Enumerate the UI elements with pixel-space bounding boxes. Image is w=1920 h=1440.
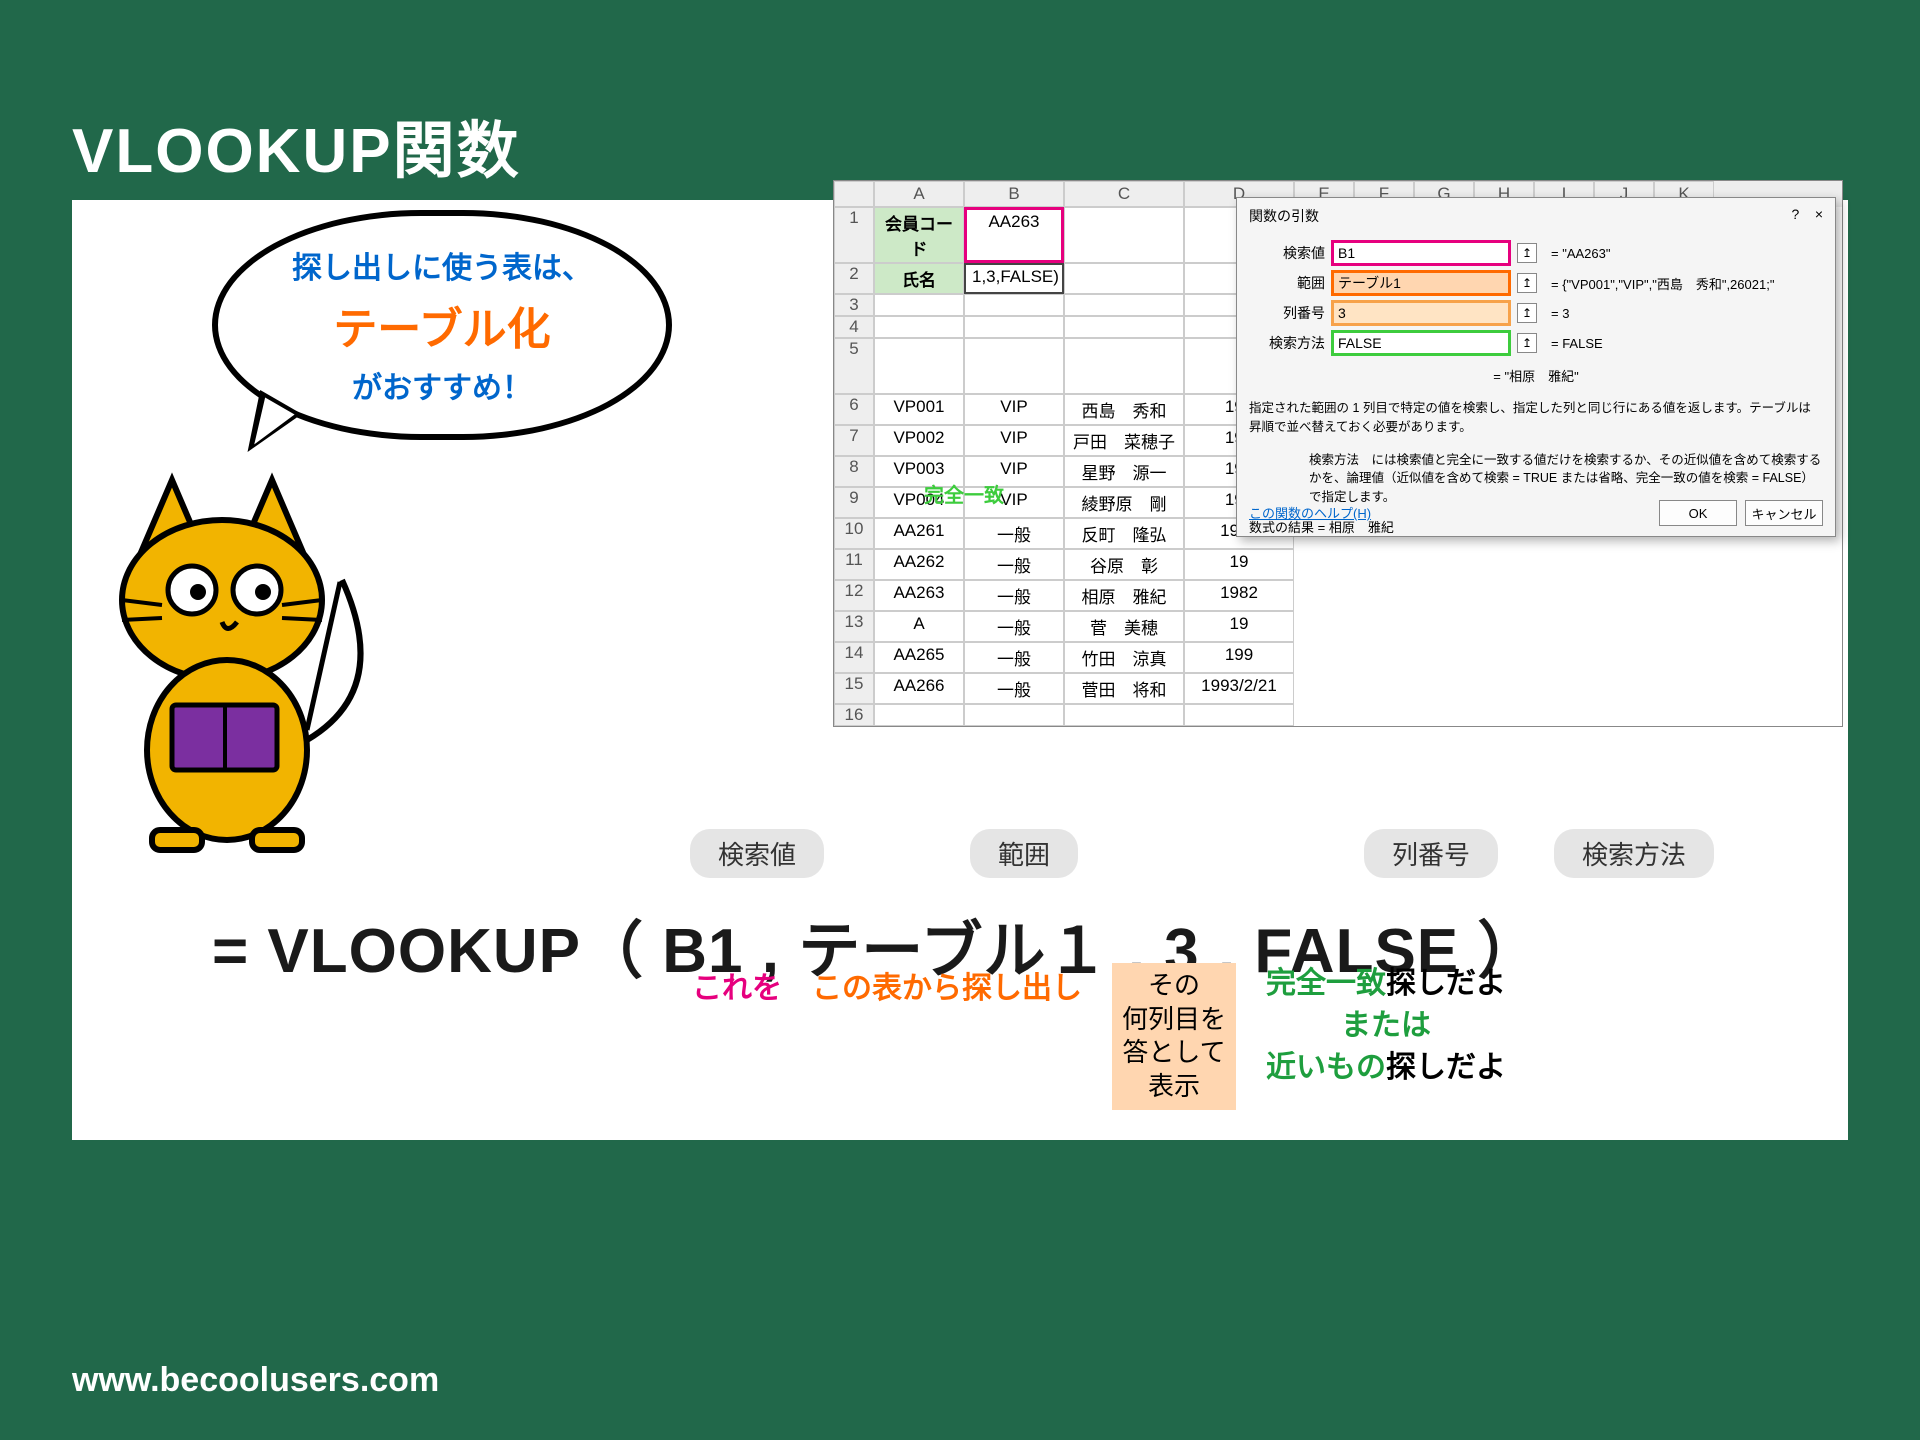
exact-match-label: 完全一致	[924, 479, 1004, 508]
close-icon[interactable]: ×	[1815, 206, 1823, 222]
dialog-arg-input-3[interactable]	[1331, 330, 1511, 356]
explain-match-type: 完全一致探しだよ または 近いもの探しだよ	[1266, 963, 1506, 1089]
range-picker-icon[interactable]: ↥	[1517, 333, 1537, 353]
dialog-arg-label: 範囲	[1249, 273, 1325, 293]
dialog-mid-result: = "相原 雅紀"	[1249, 366, 1823, 385]
dialog-arg-result: = 3	[1551, 306, 1569, 321]
table-cell: 19	[1184, 611, 1294, 642]
table-cell: 一般	[964, 580, 1064, 611]
table-cell: A	[874, 611, 964, 642]
table-cell: 谷原 彰	[1064, 549, 1184, 580]
cell-b2: 1,3,FALSE)	[964, 263, 1064, 294]
dialog-arg-label: 検索値	[1249, 243, 1325, 263]
bubble-line1: 探し出しに使う表は、	[292, 243, 592, 287]
table-cell: 1993/2/21	[1184, 673, 1294, 704]
table-header-1: 会員種別	[964, 338, 1064, 394]
range-picker-icon[interactable]: ↥	[1517, 303, 1537, 323]
cell-a1-label: 会員コード	[874, 207, 964, 263]
table-cell: 戸田 菜穂子	[1064, 425, 1184, 456]
table-cell: 菅田 将和	[1064, 673, 1184, 704]
table-cell: AA265	[874, 642, 964, 673]
dialog-arg-row-1: 範囲 ↥ = {"VP001","VIP","西島 秀和",26021;"	[1249, 270, 1823, 296]
label-range: 範囲	[970, 829, 1078, 878]
table-cell: VIP	[964, 425, 1064, 456]
content-panel: 探し出しに使う表は、 テーブル化 がおすすめ！ AB	[72, 200, 1848, 1140]
formula-explanations: これを この表から探し出し その何列目を答として表示 完全一致探しだよ または …	[692, 963, 1506, 1110]
dialog-arg-input-2[interactable]	[1331, 300, 1511, 326]
table-header-0: 会員コード	[874, 338, 964, 394]
table-cell: 相原 雅紀	[1064, 580, 1184, 611]
table-cell: 西島 秀和	[1064, 394, 1184, 425]
table-cell: 一般	[964, 673, 1064, 704]
dialog-arg-label: 列番号	[1249, 303, 1325, 323]
dialog-help-link[interactable]: この関数のヘルプ(H)	[1249, 503, 1371, 522]
dialog-arg-row-3: 検索方法 ↥ = FALSE	[1249, 330, 1823, 356]
dialog-arg-row-0: 検索値 ↥ = "AA263"	[1249, 240, 1823, 266]
dialog-desc-1: 指定された範囲の 1 列目で特定の値を検索し、指定した列と同じ行にある値を返しま…	[1249, 399, 1823, 437]
dialog-desc-2: 検索方法 には検索値と完全に一致する値だけを検索するか、その近似値を含めて検索す…	[1249, 451, 1823, 507]
table-cell: 1982	[1184, 580, 1294, 611]
label-col-index: 列番号	[1364, 829, 1498, 878]
table-cell: VIP	[964, 394, 1064, 425]
table-cell: AA261	[874, 518, 964, 549]
dialog-arg-label: 検索方法	[1249, 333, 1325, 353]
table-cell: 一般	[964, 611, 1064, 642]
table-cell: 竹田 涼真	[1064, 642, 1184, 673]
excel-screenshot: AB CD EF GH IJ K 1会員コードAA2632氏名1,3,FALSE…	[833, 180, 1843, 727]
bubble-line2: テーブル化	[333, 293, 550, 357]
dialog-arg-result: = {"VP001","VIP","西島 秀和",26021;"	[1551, 274, 1774, 293]
help-icon[interactable]: ?	[1791, 206, 1799, 222]
table-cell: VP001	[874, 394, 964, 425]
table-cell: 一般	[964, 518, 1064, 549]
table-cell: 19	[1184, 549, 1294, 580]
explain-col-index: その何列目を答として表示	[1112, 963, 1236, 1110]
page-title: VLOOKUP関数	[72, 100, 521, 190]
table-cell: 一般	[964, 642, 1064, 673]
table-cell: 反町 隆弘	[1064, 518, 1184, 549]
ok-button[interactable]: OK	[1659, 500, 1737, 526]
cell-a2-label: 氏名	[874, 263, 964, 294]
dialog-title: 関数の引数	[1249, 206, 1319, 226]
table-cell: AA266	[874, 673, 964, 704]
dialog-arg-result: = FALSE	[1551, 336, 1603, 351]
argument-labels: 検索値 範囲 列番号 検索方法	[682, 829, 1722, 878]
dialog-arg-result: = "AA263"	[1551, 246, 1610, 261]
range-picker-icon[interactable]: ↥	[1517, 273, 1537, 293]
table-cell: 星野 源一	[1064, 456, 1184, 487]
label-lookup-value: 検索値	[690, 829, 824, 878]
table-cell: AA262	[874, 549, 964, 580]
function-arguments-dialog: 関数の引数 ? × 検索値 ↥ = "AA263" 範囲 ↥ = {"VP001","VI…	[1236, 197, 1836, 537]
explain-range: この表から探し出し	[812, 963, 1082, 1007]
bubble-line3: がおすすめ！	[352, 363, 532, 407]
cancel-button[interactable]: キャンセル	[1745, 500, 1823, 526]
table-header-2: 氏名	[1064, 338, 1184, 394]
label-match-type: 検索方法	[1554, 829, 1714, 878]
explain-lookup: これを	[692, 963, 782, 1007]
cat-mascot-icon	[82, 460, 402, 860]
footer-url: www.becoolusers.com	[72, 1361, 439, 1400]
dialog-arg-input-1[interactable]	[1331, 270, 1511, 296]
dialog-arg-input-0[interactable]	[1331, 240, 1511, 266]
table-cell: VP002	[874, 425, 964, 456]
table-cell: AA263	[874, 580, 964, 611]
table-cell: 199	[1184, 642, 1294, 673]
dialog-arg-row-2: 列番号 ↥ = 3	[1249, 300, 1823, 326]
table-cell: 一般	[964, 549, 1064, 580]
range-picker-icon[interactable]: ↥	[1517, 243, 1537, 263]
table-cell: 綾野原 剛	[1064, 487, 1184, 518]
cell-b1: AA263	[964, 207, 1064, 263]
table-cell: 菅 美穂	[1064, 611, 1184, 642]
